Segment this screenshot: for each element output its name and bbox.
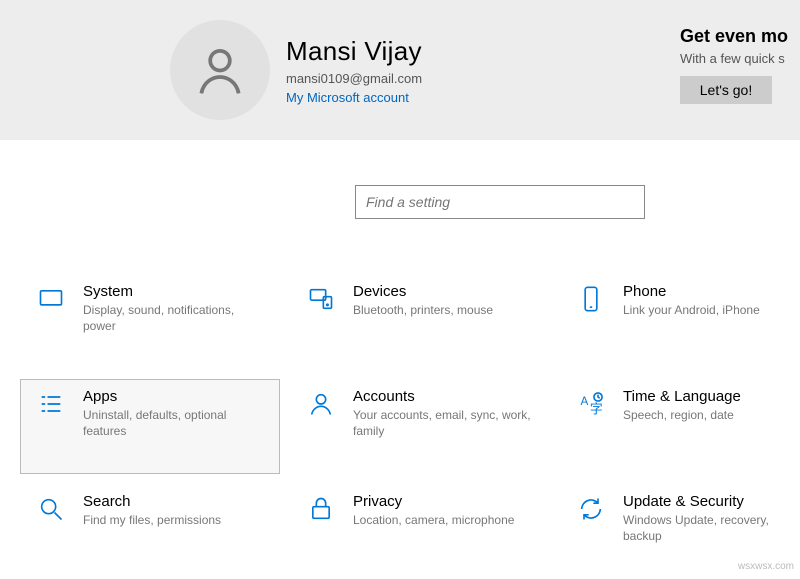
tile-title: Phone (623, 283, 760, 300)
tile-desc: Windows Update, recovery, backup (623, 512, 800, 544)
tile-search[interactable]: Search Find my files, permissions (20, 484, 280, 579)
privacy-icon (301, 493, 341, 570)
tile-title: Time & Language (623, 388, 741, 405)
phone-icon (571, 283, 611, 360)
tile-phone[interactable]: Phone Link your Android, iPhone (560, 274, 800, 369)
lets-go-button[interactable]: Let's go! (680, 76, 772, 104)
tile-title: System (83, 283, 263, 300)
microsoft-account-link[interactable]: My Microsoft account (286, 90, 422, 105)
user-name: Mansi Vijay (286, 36, 422, 67)
tile-title: Privacy (353, 493, 514, 510)
tile-system[interactable]: System Display, sound, notifications, po… (20, 274, 280, 369)
search-wrap (0, 185, 800, 219)
person-icon (192, 42, 248, 98)
update-icon (571, 493, 611, 570)
tile-desc: Speech, region, date (623, 407, 741, 423)
user-email: mansi0109@gmail.com (286, 71, 422, 86)
tile-desc: Link your Android, iPhone (623, 302, 760, 318)
promo-title: Get even mo (680, 26, 800, 47)
tile-desc: Location, camera, microphone (353, 512, 514, 528)
tile-desc: Find my files, permissions (83, 512, 221, 528)
header: Mansi Vijay mansi0109@gmail.com My Micro… (0, 0, 800, 140)
tile-title: Devices (353, 283, 493, 300)
svg-text:A: A (581, 395, 589, 408)
system-icon (31, 283, 71, 360)
promo-block: Get even mo With a few quick s Let's go! (680, 26, 800, 104)
svg-text:字: 字 (590, 401, 603, 416)
tile-time-language[interactable]: A字 Time & Language Speech, region, date (560, 379, 800, 474)
time-language-icon: A字 (571, 388, 611, 465)
promo-subtitle: With a few quick s (680, 51, 800, 66)
tile-apps[interactable]: Apps Uninstall, defaults, optional featu… (20, 379, 280, 474)
watermark: wsxwsx.com (738, 561, 794, 572)
tile-title: Update & Security (623, 493, 800, 510)
apps-icon (31, 388, 71, 465)
tile-privacy[interactable]: Privacy Location, camera, microphone (290, 484, 550, 579)
devices-icon (301, 283, 341, 360)
settings-grid: System Display, sound, notifications, po… (0, 274, 800, 579)
tile-accounts[interactable]: Accounts Your accounts, email, sync, wor… (290, 379, 550, 474)
tile-desc: Display, sound, notifications, power (83, 302, 263, 334)
search-icon (31, 493, 71, 570)
tile-title: Search (83, 493, 221, 510)
accounts-icon (301, 388, 341, 465)
tile-desc: Uninstall, defaults, optional features (83, 407, 263, 439)
tile-desc: Your accounts, email, sync, work, family (353, 407, 533, 439)
search-input[interactable] (355, 185, 645, 219)
avatar (170, 20, 270, 120)
tile-title: Apps (83, 388, 263, 405)
user-block: Mansi Vijay mansi0109@gmail.com My Micro… (286, 36, 422, 105)
tile-devices[interactable]: Devices Bluetooth, printers, mouse (290, 274, 550, 369)
tile-desc: Bluetooth, printers, mouse (353, 302, 493, 318)
tile-title: Accounts (353, 388, 533, 405)
